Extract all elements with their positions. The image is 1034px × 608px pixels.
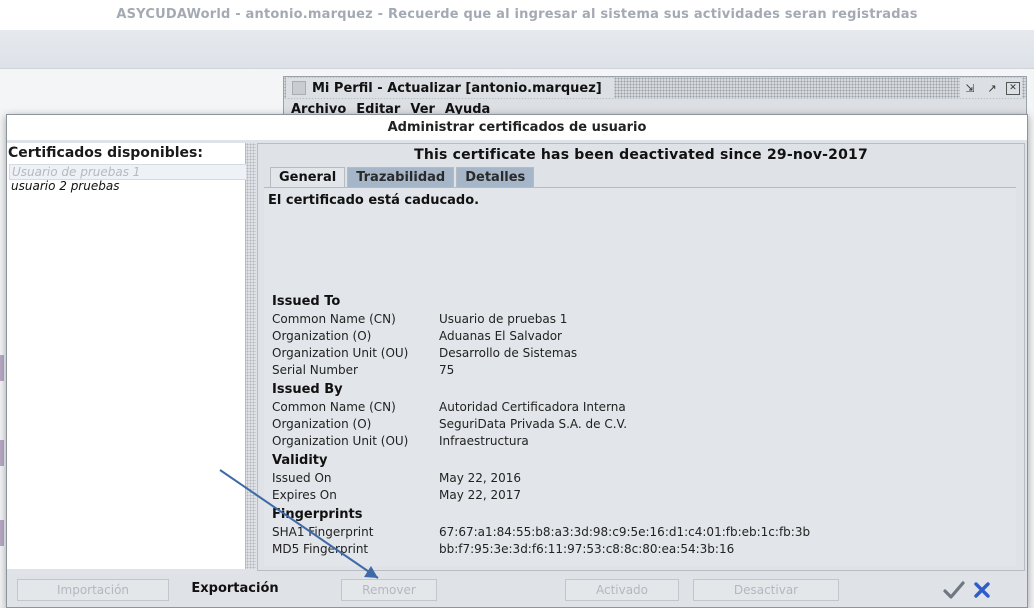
expired-message: El certificado está caducado. [268,193,480,208]
app-toolbar-band [0,30,1034,69]
info-value: bb:f7:95:3e:3d:f6:11:97:53:c8:8c:80:ea:5… [439,542,735,556]
perfil-title: Mi Perfil - Actualizar [antonio.marquez] [312,80,602,96]
side-decoration [0,520,4,546]
dialog-title[interactable]: Administrar certificados de usuario [7,115,1027,140]
side-decoration [0,440,4,466]
info-value: Aduanas El Salvador [439,329,562,343]
info-row: Organization (O) SeguriData Privada S.A. … [272,416,810,433]
info-value: Autoridad Certificadora Interna [439,400,626,414]
activate-button[interactable]: Activado [565,579,679,601]
panel-splitter[interactable] [246,143,256,569]
info-row: SHA1 Fingerprint 67:67:a1:84:55:b8:a3:3d:… [272,524,810,541]
certificate-info: Issued To Common Name (CN) Usuario de pru… [272,291,810,558]
tab-trazabilidad[interactable]: Trazabilidad [347,167,455,188]
info-label: Organization (O) [272,417,372,431]
validity-heading: Validity [272,453,328,468]
tab-detalles[interactable]: Detalles [456,167,535,188]
info-label: Organization Unit (OU) [272,434,409,448]
info-value: May 22, 2016 [439,471,522,485]
ok-check-icon[interactable] [943,580,965,600]
details-tabs: General Trazabilidad Detalles [270,167,536,188]
cancel-x-icon[interactable] [973,581,991,599]
available-certificates-header: Certificados disponibles: [8,145,203,161]
import-button[interactable]: Importación [17,579,169,601]
certificates-dialog: Administrar certificados de usuario Cert… [6,114,1028,608]
info-row: Common Name (CN) Autoridad Certificadora … [272,399,810,416]
export-button[interactable]: Exportación [185,579,285,601]
issued-to-heading: Issued To [272,294,341,309]
info-value: SeguriData Privada S.A. de C.V. [439,417,628,431]
info-label: SHA1 Fingerprint [272,525,374,539]
fingerprints-heading: Fingerprints [272,507,363,522]
close-icon[interactable]: ✕ [1006,81,1020,95]
available-certificates-panel: Certificados disponibles: Usuario de pru… [7,143,247,569]
remove-button[interactable]: Remover [341,579,437,601]
info-row: Issued On May 22, 2016 [272,470,810,487]
info-row: MD5 Fingerprint bb:f7:95:3e:3d:f6:11:97:5… [272,541,810,558]
issued-by-heading: Issued By [272,382,343,397]
tab-general[interactable]: General [270,167,346,188]
info-value: 67:67:a1:84:55:b8:a3:3d:98:c9:5e:16:d1:c… [439,525,811,539]
perfil-title-bar[interactable]: Mi Perfil - Actualizar [antonio.marquez]… [284,77,1026,99]
info-row: Serial Number 75 [272,362,810,379]
info-row: Expires On May 22, 2017 [272,487,810,504]
info-label: Issued On [272,471,332,485]
deactivation-status: This certificate has been deactivated si… [414,147,868,163]
maximize-icon[interactable]: ↗ [984,81,1000,95]
info-label: Serial Number [272,363,358,377]
app-title: ASYCUDAWorld - antonio.marquez - Recuerd… [116,7,918,22]
general-tab-content: El certificado está caducado. Issued To … [264,187,1016,566]
side-decoration [0,355,4,381]
info-label: MD5 Fingerprint [272,542,369,556]
info-label: Expires On [272,488,337,502]
info-value: Desarrollo de Sistemas [439,346,578,360]
info-row: Organization Unit (OU) Infraestructura [272,433,810,450]
certificate-list-item[interactable]: Usuario de pruebas 1 [9,164,247,180]
info-row: Common Name (CN) Usuario de pruebas 1 [272,311,810,328]
info-label: Organization (O) [272,329,372,343]
info-value: May 22, 2017 [439,488,522,502]
window-app-icon [292,81,306,95]
info-row: Organization Unit (OU) Desarrollo de Sist… [272,345,810,362]
info-label: Common Name (CN) [272,312,396,326]
info-label: Organization Unit (OU) [272,346,409,360]
certificate-list-item[interactable]: usuario 2 pruebas [9,179,121,193]
info-label: Common Name (CN) [272,400,396,414]
info-value: Usuario de pruebas 1 [439,312,568,326]
info-value: Infraestructura [439,434,529,448]
info-value: 75 [439,363,455,377]
restore-icon[interactable]: ⇲ [962,81,978,95]
dialog-button-bar: Importación Exportación Remover Activado… [7,575,1027,605]
deactivate-button[interactable]: Desactivar [693,579,839,601]
info-row: Organization (O) Aduanas El Salvador [272,328,810,345]
certificate-details-panel: This certificate has been deactivated si… [257,143,1025,571]
app-title-bar: ASYCUDAWorld - antonio.marquez - Recuerd… [0,0,1034,30]
